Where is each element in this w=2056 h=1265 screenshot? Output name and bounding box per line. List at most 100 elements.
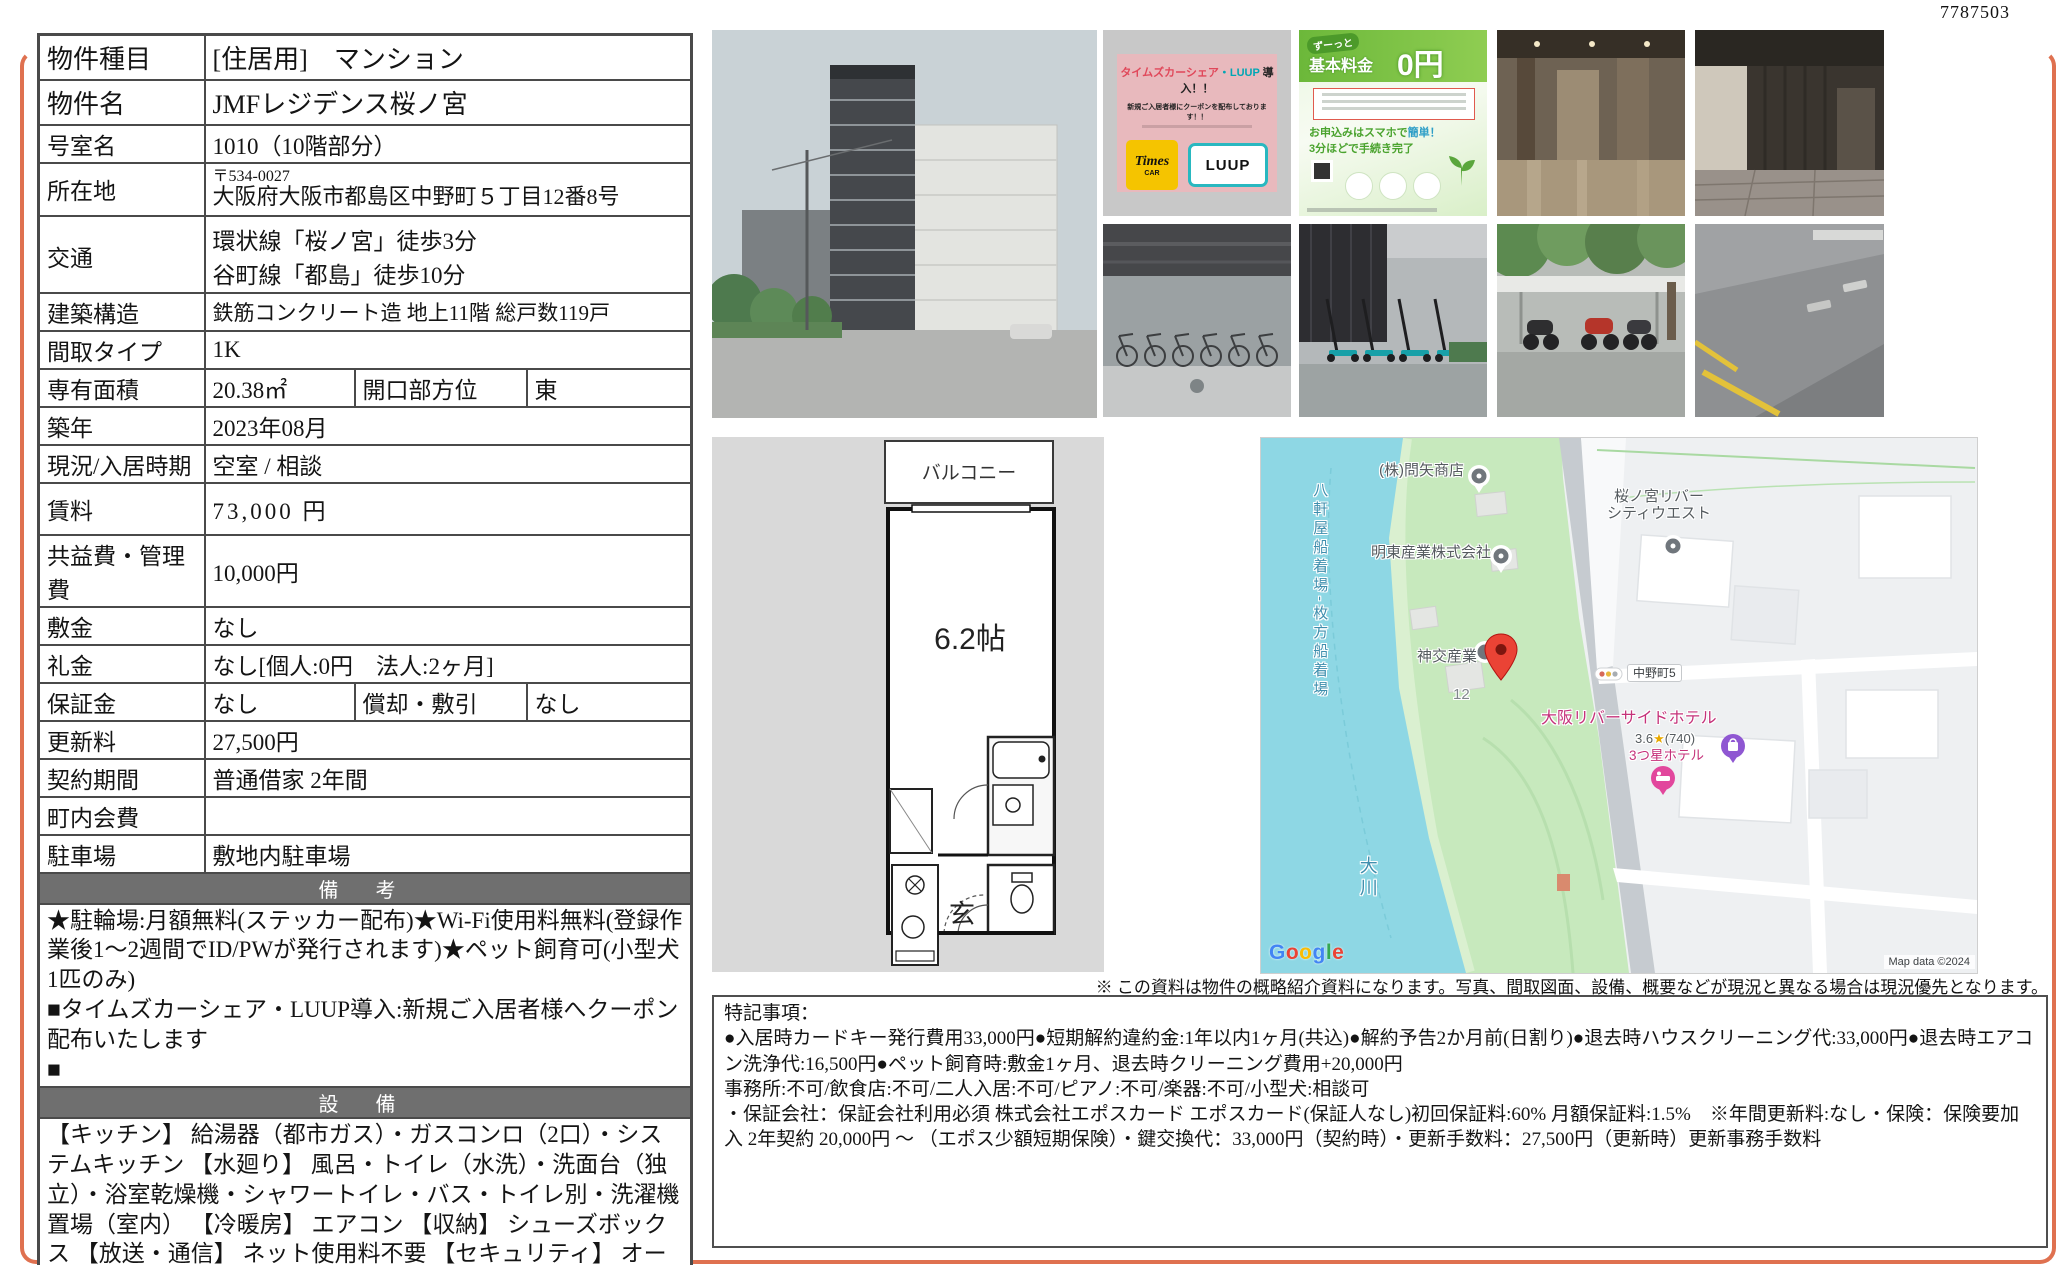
map-label-block-number: 12 xyxy=(1453,686,1470,703)
photo-entrance-corridor xyxy=(1695,30,1884,216)
map-label-river: 大川 xyxy=(1357,856,1378,926)
photo-zero-yen-flyer: ずーっと 基本料金 0円 お申込みはスマホで簡単！ 3分ほどで手続き完了 xyxy=(1299,30,1487,216)
cell-value: 2023年08月 xyxy=(205,407,692,445)
map-label-river-city: 桜ノ宮リバーシティウエスト xyxy=(1599,488,1719,523)
flyer-line4: 3分ほどで手続き完了 xyxy=(1309,140,1414,156)
floor-plan-drawing: バルコニー 6.2帖 xyxy=(712,437,1104,972)
flyer-infobox xyxy=(1313,88,1475,120)
map-intersection-sign: 中野町5 xyxy=(1627,664,1682,682)
plant-sprout-icon xyxy=(1441,148,1481,188)
cell-value: 1K xyxy=(205,331,692,369)
corridor-image xyxy=(1695,30,1884,216)
luup-logo: LUUP xyxy=(1188,143,1268,187)
flyer-circle xyxy=(1413,172,1441,200)
remarks-line: ★駐輪場:月額無料(ステッカー配布)★Wi-Fi使用料無料(登録作業後1～2週間… xyxy=(47,906,683,996)
cell-label: 敷金 xyxy=(39,607,205,645)
map-label-hotel: 大阪リバーサイドホテル xyxy=(1541,710,1705,728)
access-line: 谷町線「都島」徒歩10分 xyxy=(213,256,684,290)
cell-value: なし xyxy=(205,683,355,721)
notes-paragraph: ●入居時カードキー発行費用33,000円●短期解約違約金:1年以内1ヶ月(共込)… xyxy=(724,1026,2036,1077)
property-sheet: 7787503 物件種目 [住居用] マンション 物件名 JMFレジデンス桜ノ宮… xyxy=(0,0,2056,1265)
cell-value: 1010（10階部分） xyxy=(205,125,692,163)
postal-code: 〒534-0027 xyxy=(213,169,684,186)
remarks-text: ★駐輪場:月額無料(ステッカー配布)★Wi-Fi使用料無料(登録作業後1～2週間… xyxy=(39,904,692,1087)
photo-parking-lot xyxy=(1695,224,1884,417)
cell-label: 物件名 xyxy=(39,80,205,125)
cell-label: 交通 xyxy=(39,216,205,293)
balcony-label: バルコニー xyxy=(922,463,1017,484)
location-map: (株)問矢商店 明東産業株式会社 桜ノ宮リバーシティウエスト 神交産業 12 中… xyxy=(1260,437,1978,974)
cell-label: 建築構造 xyxy=(39,293,205,331)
room-size-label: 6.2帖 xyxy=(934,623,1006,656)
times-car-logo: Times CAR xyxy=(1126,140,1178,190)
cell-label: 礼金 xyxy=(39,645,205,683)
star-icon: ★ xyxy=(1653,731,1665,746)
section-header-equipment: 設 備 xyxy=(39,1087,692,1118)
cell-sublabel: 開口部方位 xyxy=(355,369,527,407)
cell-subvalue: なし xyxy=(527,683,692,721)
cell-label: 号室名 xyxy=(39,125,205,163)
cell-value: 空室 / 相談 xyxy=(205,445,692,483)
cell-value: 普通借家 2年間 xyxy=(205,759,692,797)
cell-label: 築年 xyxy=(39,407,205,445)
flyer-circle xyxy=(1379,172,1407,200)
photo-times-luup-card: タイムズカーシェア・LUUP 導入！！ 新規ご入居者様にクーポンを配布しておりま… xyxy=(1103,30,1291,216)
flyer-zero-yen: 0円 xyxy=(1397,40,1444,84)
cell-value: 20.38㎡ xyxy=(205,369,355,407)
traffic-signal-icon xyxy=(1595,668,1622,680)
notes-paragraph: 事務所:不可/飲食店:不可/二人入居:不可/ピアノ:不可/楽器:不可/小型犬:相… xyxy=(724,1077,2036,1102)
cell-label: 町内会費 xyxy=(39,797,205,835)
flyer-circle xyxy=(1345,172,1373,200)
card-title: タイムズカーシェア・LUUP 導入！！ xyxy=(1117,64,1277,96)
card-subtitle: 新規ご入居者様にクーポンを配布しております！！ xyxy=(1117,102,1277,122)
luup-port-image xyxy=(1299,224,1487,417)
lobby-image xyxy=(1497,30,1685,216)
equipment-text: 【キッチン】 給湯器（都市ガス）・ガスコンロ（2口）・システムキッチン 【水廻り… xyxy=(39,1118,692,1265)
section-header-remarks: 備 考 xyxy=(39,873,692,904)
qr-code xyxy=(1311,160,1333,182)
flyer-kihon: 基本料金 xyxy=(1309,52,1373,76)
address: 大阪府大阪市都島区中野町５丁目12番8号 xyxy=(213,185,684,209)
cell-label: 駐車場 xyxy=(39,835,205,873)
cell-value: なし xyxy=(205,607,692,645)
cell-label: 物件種目 xyxy=(39,35,205,80)
cell-value: [住居用] マンション xyxy=(205,35,692,80)
cell-value: 環状線「桜ノ宮」徒歩3分 谷町線「都島」徒歩10分 xyxy=(205,216,692,293)
cell-label: 保証金 xyxy=(39,683,205,721)
map-label-hotel-class: 3つ星ホテル xyxy=(1629,748,1704,764)
rent-value: 73,000 円 xyxy=(205,483,692,535)
cell-value: 敷地内駐車場 xyxy=(205,835,692,873)
bicycle-parking-image xyxy=(1103,224,1291,417)
notes-title: 特記事項： xyxy=(724,1001,2036,1026)
map-label-hotel-rating: 3.6★(740) xyxy=(1635,732,1695,747)
cell-subvalue: 東 xyxy=(527,369,692,407)
cell-label: 契約期間 xyxy=(39,759,205,797)
entrance-label: 玄 xyxy=(949,900,975,929)
notes-paragraph: ・保証会社：保証会社利用必須 株式会社エポスカード エポスカード(保証人なし)初… xyxy=(724,1102,2036,1153)
property-table: 物件種目 [住居用] マンション 物件名 JMFレジデンス桜ノ宮 号室名 101… xyxy=(37,33,693,1265)
google-logo: Google xyxy=(1269,941,1344,965)
cell-value: 鉄筋コンクリート造 地上11階 総戸数119戸 xyxy=(205,293,692,331)
photo-moped-parking xyxy=(1497,224,1685,417)
map-copyright: Map data ©2024 xyxy=(1884,955,1976,969)
photo-building-exterior xyxy=(712,30,1097,418)
cell-value: なし[個人:0円 法人:2ヶ月] xyxy=(205,645,692,683)
cell-value xyxy=(205,797,692,835)
flyer-footer-text xyxy=(1307,208,1437,212)
cell-value: 10,000円 xyxy=(205,535,692,607)
building-exterior-image xyxy=(712,30,1097,418)
card-fineprint xyxy=(1142,125,1252,128)
moped-parking-image xyxy=(1497,224,1685,417)
parking-lot-image xyxy=(1695,224,1884,417)
cell-label: 間取タイプ xyxy=(39,331,205,369)
map-label-company: 明東産業株式会社 xyxy=(1371,544,1491,561)
photo-bicycle-parking xyxy=(1103,224,1291,417)
cell-label: 専有面積 xyxy=(39,369,205,407)
times-luup-card: タイムズカーシェア・LUUP 導入！！ 新規ご入居者様にクーポンを配布しておりま… xyxy=(1117,54,1277,192)
map-label-pier: 八軒屋船着場-枚方船着場 xyxy=(1311,482,1328,762)
zero-yen-flyer: ずーっと 基本料金 0円 お申込みはスマホで簡単！ 3分ほどで手続き完了 xyxy=(1299,30,1487,216)
cell-value: JMFレジデンス桜ノ宮 xyxy=(205,80,692,125)
cell-sublabel: 償却・敷引 xyxy=(355,683,527,721)
cell-label: 共益費・管理費 xyxy=(39,535,205,607)
cell-label: 賃料 xyxy=(39,483,205,535)
